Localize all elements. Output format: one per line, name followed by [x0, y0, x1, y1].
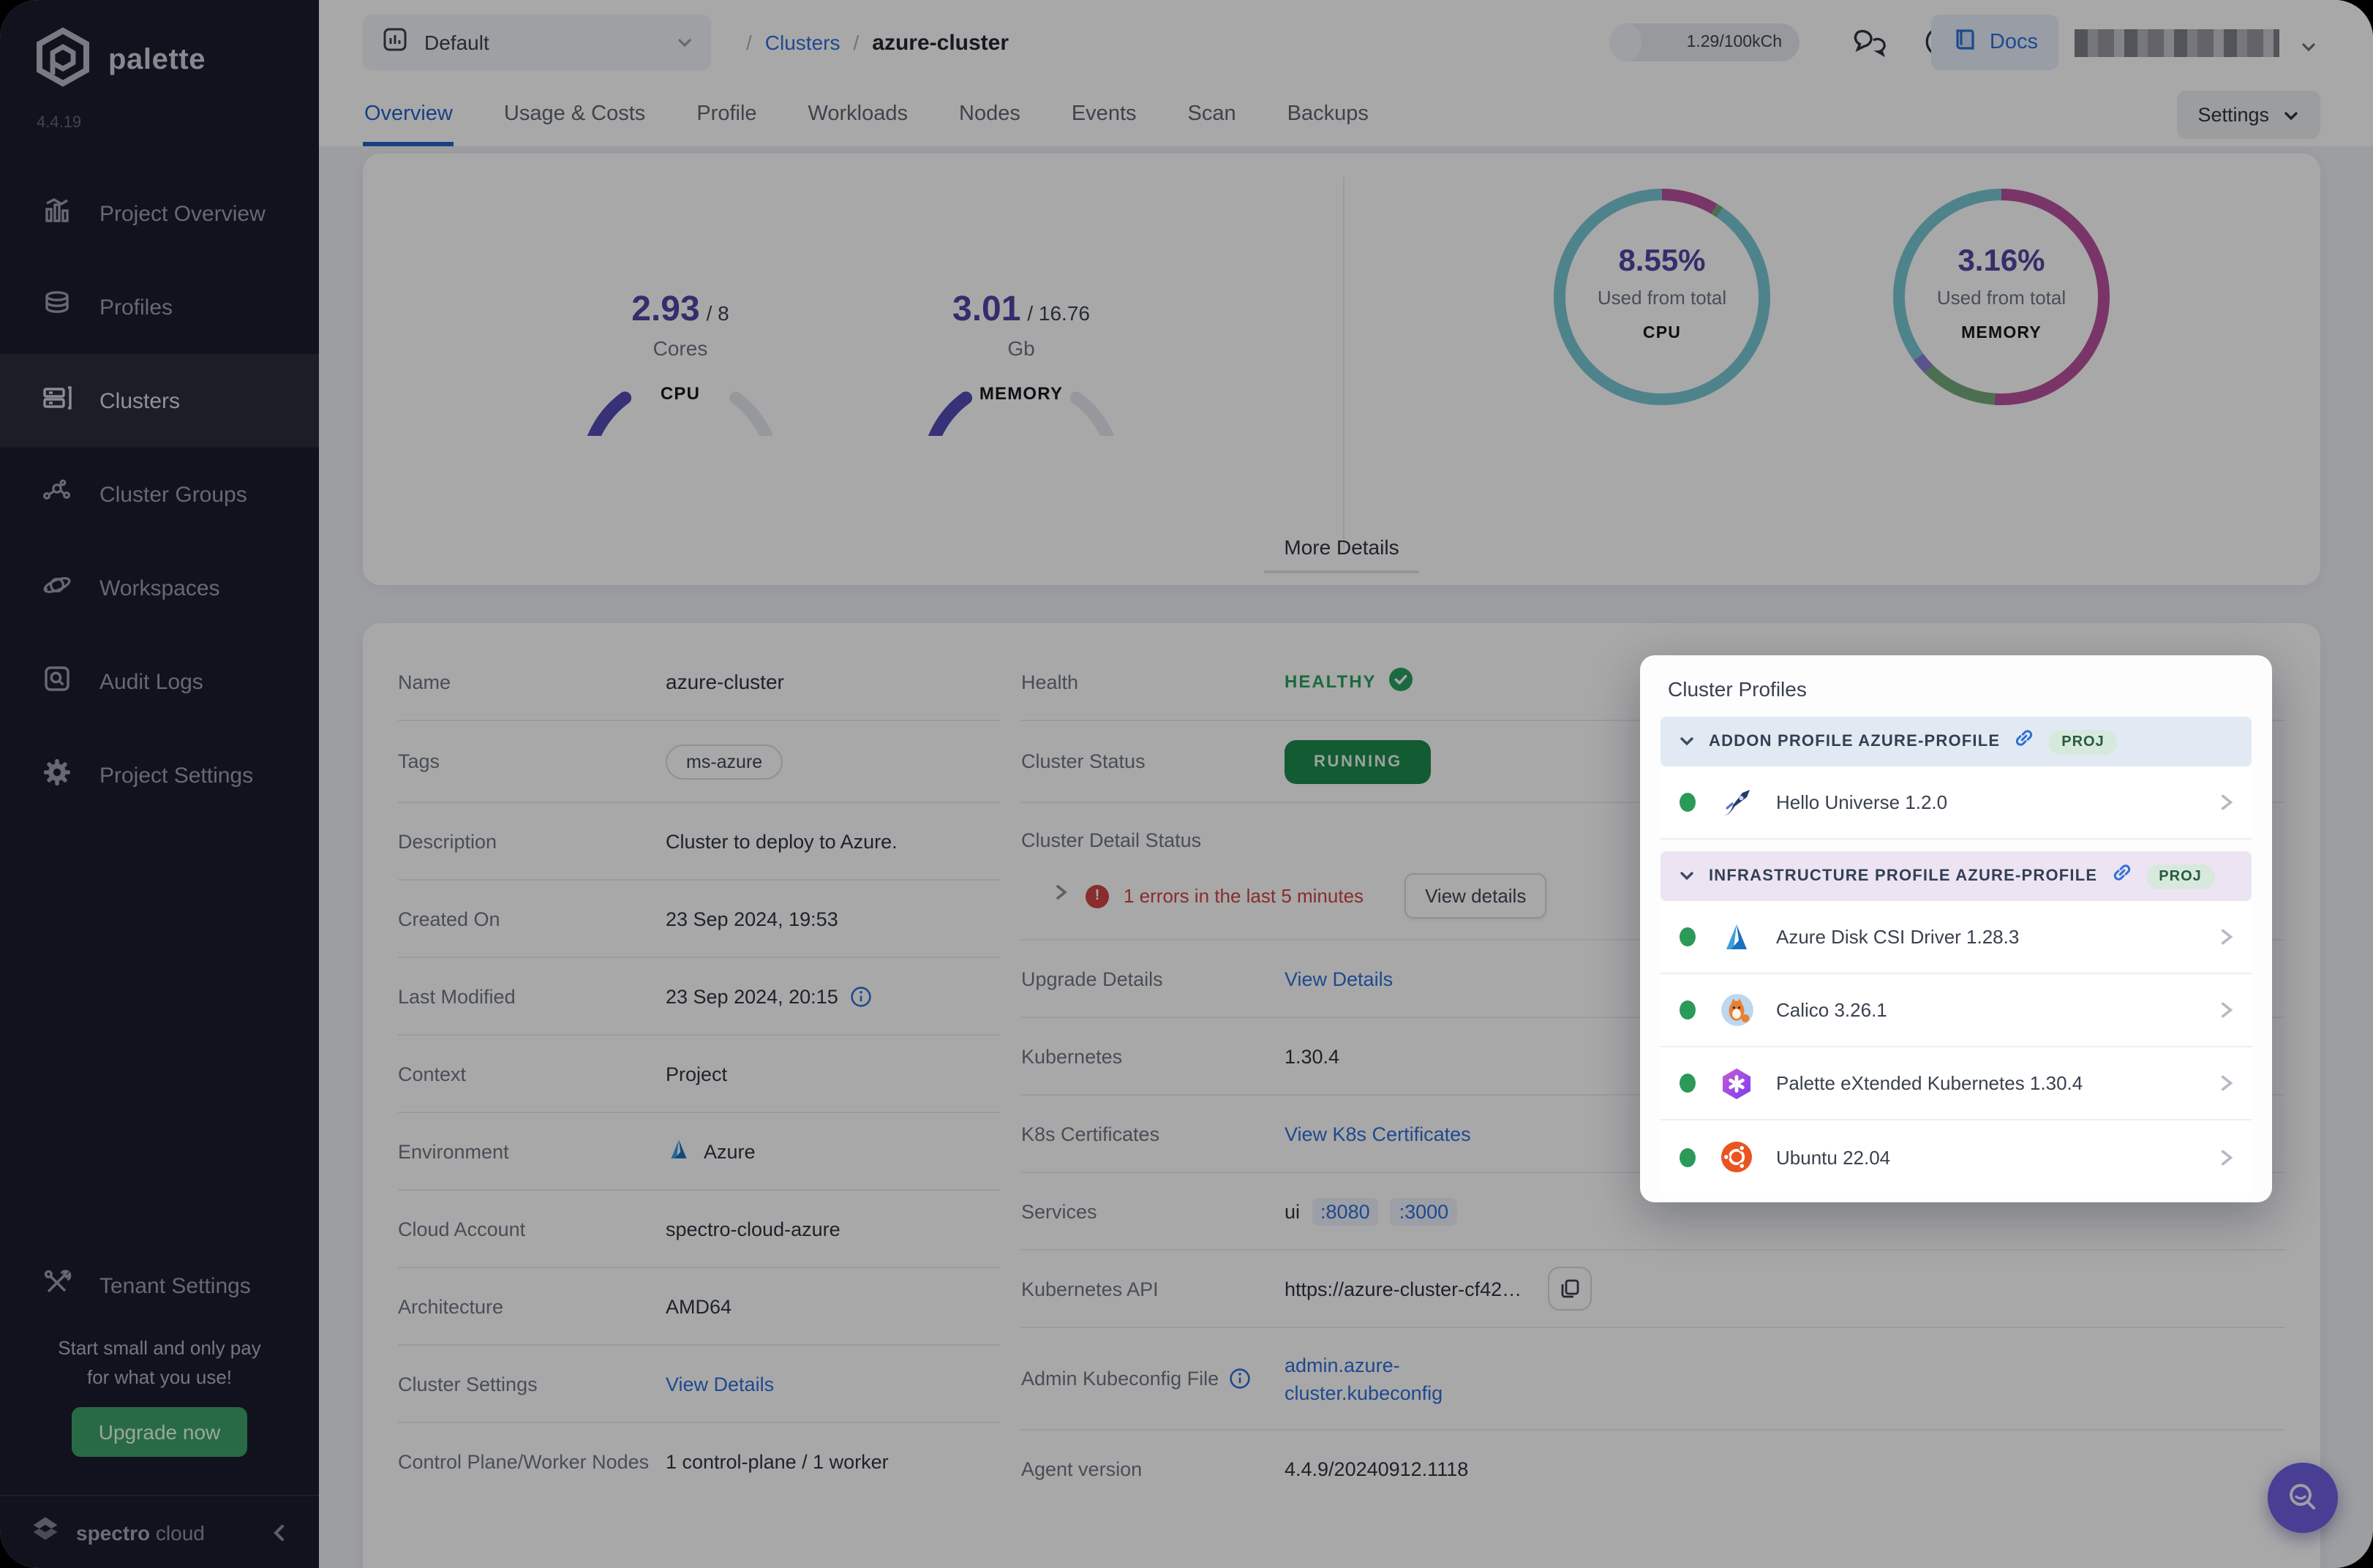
addon-profile-header[interactable]: ADDON PROFILE AZURE-PROFILE PROJ — [1661, 717, 2252, 766]
cluster-profiles-panel: Cluster Profiles ADDON PROFILE AZURE-PRO… — [1640, 655, 2272, 1202]
panel-title: Cluster Profiles — [1668, 677, 2252, 701]
profile-layer-hello-universe[interactable]: Hello Universe 1.2.0 — [1661, 766, 2252, 840]
link-icon[interactable] — [2013, 727, 2035, 756]
app-window: palette 4.4.19 Project Overview — [0, 0, 2373, 1568]
chevron-right-icon — [2215, 791, 2237, 813]
addon-profile-name: ADDON PROFILE AZURE-PROFILE — [1709, 733, 2000, 750]
profile-layer-palette-extended-kubernetes[interactable]: Palette eXtended Kubernetes 1.30.4 — [1661, 1047, 2252, 1120]
chevron-right-icon — [2215, 1072, 2237, 1094]
scope-badge: PROJ — [2146, 864, 2214, 889]
profile-layer-calico[interactable]: Calico 3.26.1 — [1661, 974, 2252, 1047]
status-dot — [1680, 793, 1696, 812]
chevron-down-icon — [1678, 733, 1696, 750]
hello-universe-icon — [1718, 783, 1756, 821]
chevron-right-icon — [2215, 926, 2237, 948]
infrastructure-profile-name: INFRASTRUCTURE PROFILE AZURE-PROFILE — [1709, 867, 2097, 885]
calico-icon — [1718, 991, 1756, 1029]
profile-layer-azure-disk-csi[interactable]: Azure Disk CSI Driver 1.28.3 — [1661, 901, 2252, 974]
ubuntu-icon — [1718, 1138, 1756, 1176]
status-dot — [1680, 927, 1696, 946]
azure-disk-csi-icon — [1718, 918, 1756, 956]
link-icon[interactable] — [2110, 862, 2132, 891]
chevron-right-icon — [2215, 999, 2237, 1021]
chevron-down-icon — [1678, 867, 1696, 885]
infrastructure-profile-header[interactable]: INFRASTRUCTURE PROFILE AZURE-PROFILE PRO… — [1661, 851, 2252, 901]
profile-layer-ubuntu[interactable]: Ubuntu 22.04 — [1661, 1120, 2252, 1194]
screen: palette 4.4.19 Project Overview — [0, 0, 2373, 1568]
chevron-right-icon — [2215, 1146, 2237, 1168]
status-dot — [1680, 1074, 1696, 1093]
status-dot — [1680, 1000, 1696, 1019]
scope-badge: PROJ — [2048, 729, 2117, 754]
status-dot — [1680, 1147, 1696, 1166]
pxk-icon — [1718, 1064, 1756, 1102]
